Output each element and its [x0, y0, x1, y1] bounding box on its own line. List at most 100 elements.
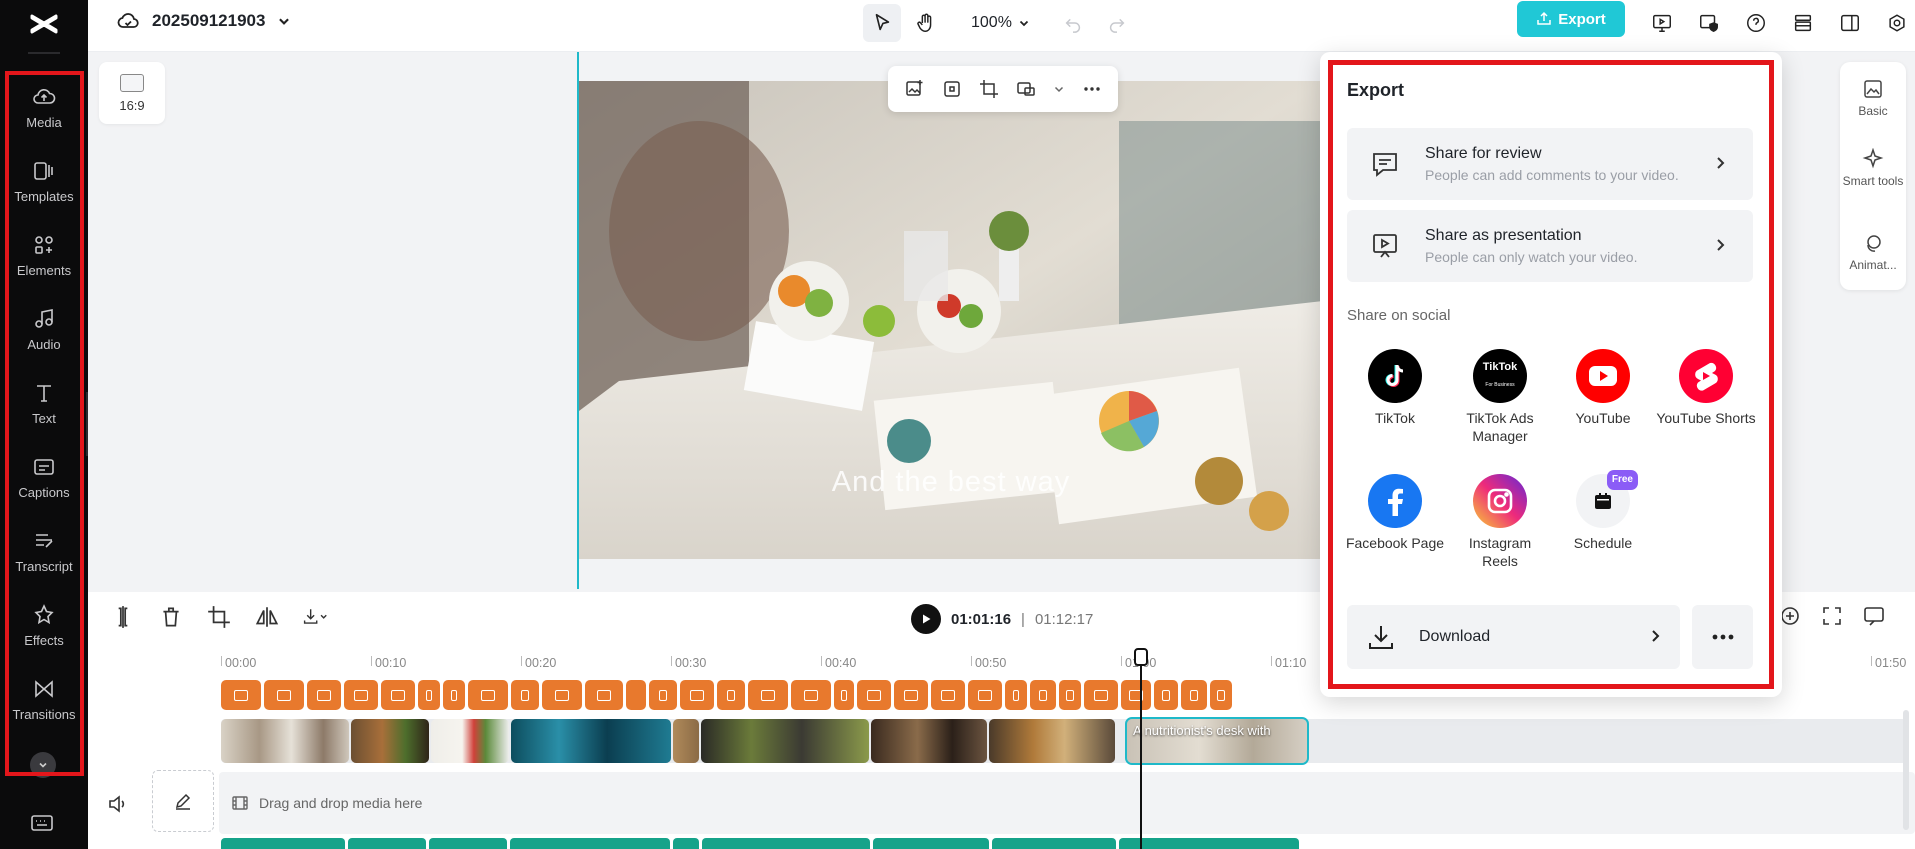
feedback-icon[interactable]	[1862, 604, 1886, 628]
caption-clip[interactable]	[1005, 680, 1027, 710]
caption-clip[interactable]	[968, 680, 1002, 710]
audio-clip[interactable]	[429, 838, 507, 849]
caption-clip[interactable]	[857, 680, 891, 710]
edit-cover-button[interactable]	[152, 770, 214, 832]
play-button[interactable]	[911, 604, 941, 634]
caption-clip[interactable]	[418, 680, 440, 710]
playhead-handle[interactable]	[1134, 648, 1148, 666]
selected-video-clip[interactable]: A nutritionist's desk with	[1125, 717, 1309, 765]
fullscreen-icon[interactable]	[1820, 604, 1844, 628]
help-button[interactable]	[1737, 4, 1775, 42]
rail-item-animation[interactable]: Animat...	[1840, 232, 1906, 272]
settings-button[interactable]	[1878, 4, 1915, 42]
mute-track-button[interactable]	[106, 792, 130, 816]
audio-clip[interactable]	[1119, 838, 1299, 849]
capcut-logo[interactable]	[26, 6, 62, 42]
share-facebook-page[interactable]: Facebook Page	[1345, 474, 1445, 552]
caption-clip[interactable]	[931, 680, 965, 710]
caption-overlay[interactable]: And the best way	[579, 466, 1323, 499]
share-for-review-option[interactable]: Share for review People can add comments…	[1347, 128, 1753, 200]
more-export-options-button[interactable]	[1692, 605, 1753, 669]
audio-clip[interactable]	[221, 838, 345, 849]
timeline-scrollbar[interactable]	[1903, 710, 1909, 830]
share-as-presentation-option[interactable]: Share as presentation People can only wa…	[1347, 210, 1753, 282]
frame-icon[interactable]	[942, 79, 962, 99]
media-drop-zone[interactable]: Drag and drop media here	[219, 772, 1915, 834]
present-button[interactable]	[1643, 4, 1681, 42]
caption-clip[interactable]	[1059, 680, 1081, 710]
caption-clip[interactable]	[1030, 680, 1056, 710]
caption-clip[interactable]	[1210, 680, 1232, 710]
caption-clip[interactable]	[1181, 680, 1207, 710]
caption-clip[interactable]	[748, 680, 788, 710]
zoom-dropdown[interactable]: 100%	[971, 14, 1030, 32]
caption-clip[interactable]	[381, 680, 415, 710]
layout-button[interactable]	[1831, 4, 1869, 42]
more-icon[interactable]	[1082, 79, 1102, 99]
caption-clip[interactable]	[443, 680, 465, 710]
playhead-line[interactable]	[1140, 652, 1142, 849]
share-tiktok-ads-manager[interactable]: TikTok For Business TikTok Ads Manager	[1450, 349, 1550, 445]
select-tool-button[interactable]	[863, 4, 901, 42]
share-youtube[interactable]: YouTube	[1553, 349, 1653, 427]
split-icon[interactable]	[110, 604, 136, 630]
keyboard-shortcuts-button[interactable]	[30, 812, 54, 834]
export-button[interactable]: Export	[1517, 1, 1625, 37]
video-clip[interactable]	[431, 719, 509, 763]
chevron-down-icon[interactable]	[1053, 83, 1065, 95]
caption-clip[interactable]	[649, 680, 677, 710]
caption-clip[interactable]	[1121, 680, 1151, 710]
rail-item-basic[interactable]: Basic	[1840, 78, 1906, 118]
video-preview[interactable]: And the best way	[579, 81, 1323, 559]
video-clip[interactable]	[673, 719, 699, 763]
caption-clip[interactable]	[791, 680, 831, 710]
caption-clip[interactable]	[626, 680, 646, 710]
share-tiktok[interactable]: TikTok	[1345, 349, 1445, 427]
flip-icon[interactable]	[254, 604, 280, 630]
audio-clip[interactable]	[510, 838, 670, 849]
video-clip[interactable]	[871, 719, 987, 763]
layers-button[interactable]	[1784, 4, 1822, 42]
caption-clip[interactable]	[717, 680, 745, 710]
crop-icon[interactable]	[206, 604, 232, 630]
schedule-post[interactable]: Free Schedule	[1553, 470, 1653, 552]
aspect-ratio-button[interactable]: 16:9	[99, 62, 165, 124]
caption-clip[interactable]	[468, 680, 508, 710]
caption-clip[interactable]	[1084, 680, 1118, 710]
share-instagram-reels[interactable]: Instagram Reels	[1450, 474, 1550, 570]
delete-icon[interactable]	[158, 604, 184, 630]
caption-clip[interactable]	[894, 680, 928, 710]
caption-clip[interactable]	[585, 680, 623, 710]
audio-clip[interactable]	[873, 838, 989, 849]
caption-clip[interactable]	[264, 680, 304, 710]
audio-clip[interactable]	[992, 838, 1116, 849]
audio-clip[interactable]	[702, 838, 870, 849]
video-clip[interactable]	[989, 719, 1115, 763]
download-option[interactable]: Download	[1347, 605, 1680, 669]
video-clip[interactable]	[511, 719, 671, 763]
undo-button[interactable]	[1054, 4, 1092, 42]
download-icon[interactable]	[302, 604, 328, 630]
replace-icon[interactable]	[1016, 79, 1036, 99]
review-button[interactable]	[1690, 4, 1728, 42]
hand-tool-button[interactable]	[907, 4, 945, 42]
caption-clip[interactable]	[680, 680, 714, 710]
caption-clip[interactable]	[834, 680, 854, 710]
project-title-group[interactable]: 202509121903	[116, 9, 291, 33]
caption-clip[interactable]	[344, 680, 378, 710]
caption-clip[interactable]	[542, 680, 582, 710]
caption-clip[interactable]	[511, 680, 539, 710]
redo-button[interactable]	[1098, 4, 1136, 42]
share-youtube-shorts[interactable]: YouTube Shorts	[1656, 349, 1756, 427]
audio-clip[interactable]	[348, 838, 426, 849]
image-add-icon[interactable]	[905, 79, 925, 99]
caption-clip[interactable]	[221, 680, 261, 710]
rail-item-smart-tools[interactable]: Smart tools	[1840, 148, 1906, 188]
caption-clip[interactable]	[1154, 680, 1178, 710]
video-clip[interactable]	[351, 719, 429, 763]
video-clip[interactable]	[221, 719, 349, 763]
video-clip[interactable]	[701, 719, 869, 763]
audio-clip[interactable]	[673, 838, 699, 849]
caption-clip[interactable]	[307, 680, 341, 710]
crop-icon[interactable]	[979, 79, 999, 99]
